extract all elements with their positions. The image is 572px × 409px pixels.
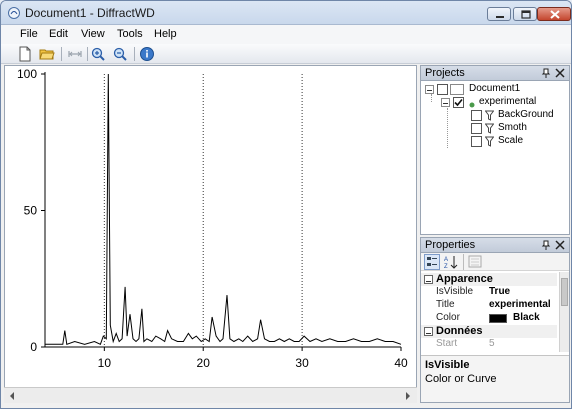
smoth-checkbox[interactable] [471,123,482,134]
background-checkbox[interactable] [471,110,482,121]
property-title[interactable]: Title experimental [421,299,557,312]
svg-text:A: A [444,257,448,263]
toolbar-separator [61,47,62,61]
y-tick-label: 0 [30,340,37,354]
toolbar-separator [134,47,135,61]
tree-node-label: experimental [479,96,537,107]
maximize-button[interactable] [513,7,537,21]
document-checkbox[interactable] [437,84,448,95]
property-key: IsVisible [436,286,474,297]
zoom-out-icon[interactable] [112,46,128,62]
scroll-left-arrow-icon[interactable] [8,391,16,400]
sort-alphabetical-icon[interactable]: AZ [443,254,459,270]
tree-node-background[interactable]: BackGround [471,109,567,122]
property-pages-icon[interactable] [468,255,482,268]
main-window: Document1 - DiffractWD File Edit View To… [0,0,572,409]
tree-node-label: BackGround [498,109,554,120]
filter-icon [484,136,495,150]
tree-connector [447,108,448,148]
menu-edit[interactable]: Edit [49,28,68,40]
app-icon [7,6,21,20]
zoom-in-icon[interactable] [90,46,106,62]
x-tick-label: 30 [295,356,309,370]
property-value[interactable]: 5 [489,338,495,349]
tree-node-label: Smoth [498,122,527,133]
x-tick-label: 20 [197,356,211,370]
title-bar[interactable]: Document1 - DiffractWD [1,1,571,25]
close-icon[interactable] [555,240,565,250]
horizontal-scrollbar[interactable] [4,387,417,403]
new-document-icon[interactable] [17,46,33,62]
category-apparence[interactable]: Apparence [421,273,557,286]
property-value[interactable]: Black [513,312,540,323]
y-tick-label: 50 [24,204,38,218]
document-icon [450,84,464,95]
property-description: IsVisible Color or Curve [421,355,569,402]
description-text: Color or Curve [425,373,497,385]
menu-view[interactable]: View [81,28,105,40]
properties-scrollbar[interactable] [559,272,569,352]
description-title: IsVisible [425,359,470,371]
collapse-icon[interactable] [441,98,450,107]
property-isvisible[interactable]: IsVisible True [421,286,557,299]
property-value[interactable]: experimental [489,299,551,310]
property-value[interactable]: True [489,286,510,297]
menu-tools[interactable]: Tools [117,28,143,40]
collapse-icon[interactable] [425,85,434,94]
window-title: Document1 - DiffractWD [25,6,155,20]
data-series-line [45,73,402,345]
toolbar-separator [87,47,88,61]
properties-panel: Properties AZ Apparence IsVisible True T… [420,237,570,403]
collapse-icon[interactable] [424,327,433,336]
toolbar-separator [463,254,464,270]
close-icon[interactable] [555,68,565,78]
scrollbar-thumb[interactable] [561,278,568,306]
tree-node-label: Document1 [469,83,521,94]
info-icon[interactable] [139,46,155,62]
category-label: Données [436,325,483,337]
fit-icon[interactable] [67,46,83,62]
projects-panel-header[interactable]: Projects [421,66,569,81]
tree-node-experimental[interactable]: experimental [441,96,565,109]
category-label: Apparence [436,273,493,285]
menu-bar: File Edit View Tools Help [1,25,571,44]
close-button[interactable] [537,7,571,21]
svg-text:Z: Z [444,264,448,270]
category-donnees[interactable]: Données [421,325,557,338]
projects-panel-title: Projects [425,67,465,79]
diffraction-chart[interactable]: 10 20 30 40 100 50 0 [5,66,416,386]
property-color[interactable]: Color Black [421,312,557,325]
open-folder-icon[interactable] [39,46,55,62]
properties-panel-title: Properties [425,239,476,251]
tree-node-smoth[interactable]: Smoth [471,122,567,135]
toolbar [1,44,571,64]
property-key: Start [436,338,458,349]
color-swatch[interactable] [489,314,507,323]
projects-panel: Projects Document1 experimental BackGrou… [420,65,570,235]
pin-icon[interactable] [541,68,551,78]
y-tick-label: 100 [17,67,37,81]
menu-file[interactable]: File [20,28,38,40]
tree-node-document[interactable]: Document1 [425,83,565,96]
property-start[interactable]: Start 5 [421,338,557,351]
properties-toolbar: AZ [421,253,569,271]
chart-area[interactable]: 10 20 30 40 100 50 0 [4,65,417,403]
menu-help[interactable]: Help [154,28,177,40]
tree-node-label: Scale [498,135,524,146]
scroll-right-arrow-icon[interactable] [404,391,412,400]
experimental-checkbox[interactable] [453,97,464,108]
categorized-icon[interactable] [424,254,440,270]
pin-icon[interactable] [541,240,551,250]
properties-panel-header[interactable]: Properties [421,238,569,253]
x-tick-label: 10 [98,356,112,370]
property-key: Title [436,299,455,310]
scale-checkbox[interactable] [471,136,482,147]
property-key: Color [436,312,460,323]
tree-node-scale[interactable]: Scale [471,135,567,148]
collapse-icon[interactable] [424,275,433,284]
x-tick-label: 40 [394,356,408,370]
minimize-button[interactable] [487,7,511,21]
